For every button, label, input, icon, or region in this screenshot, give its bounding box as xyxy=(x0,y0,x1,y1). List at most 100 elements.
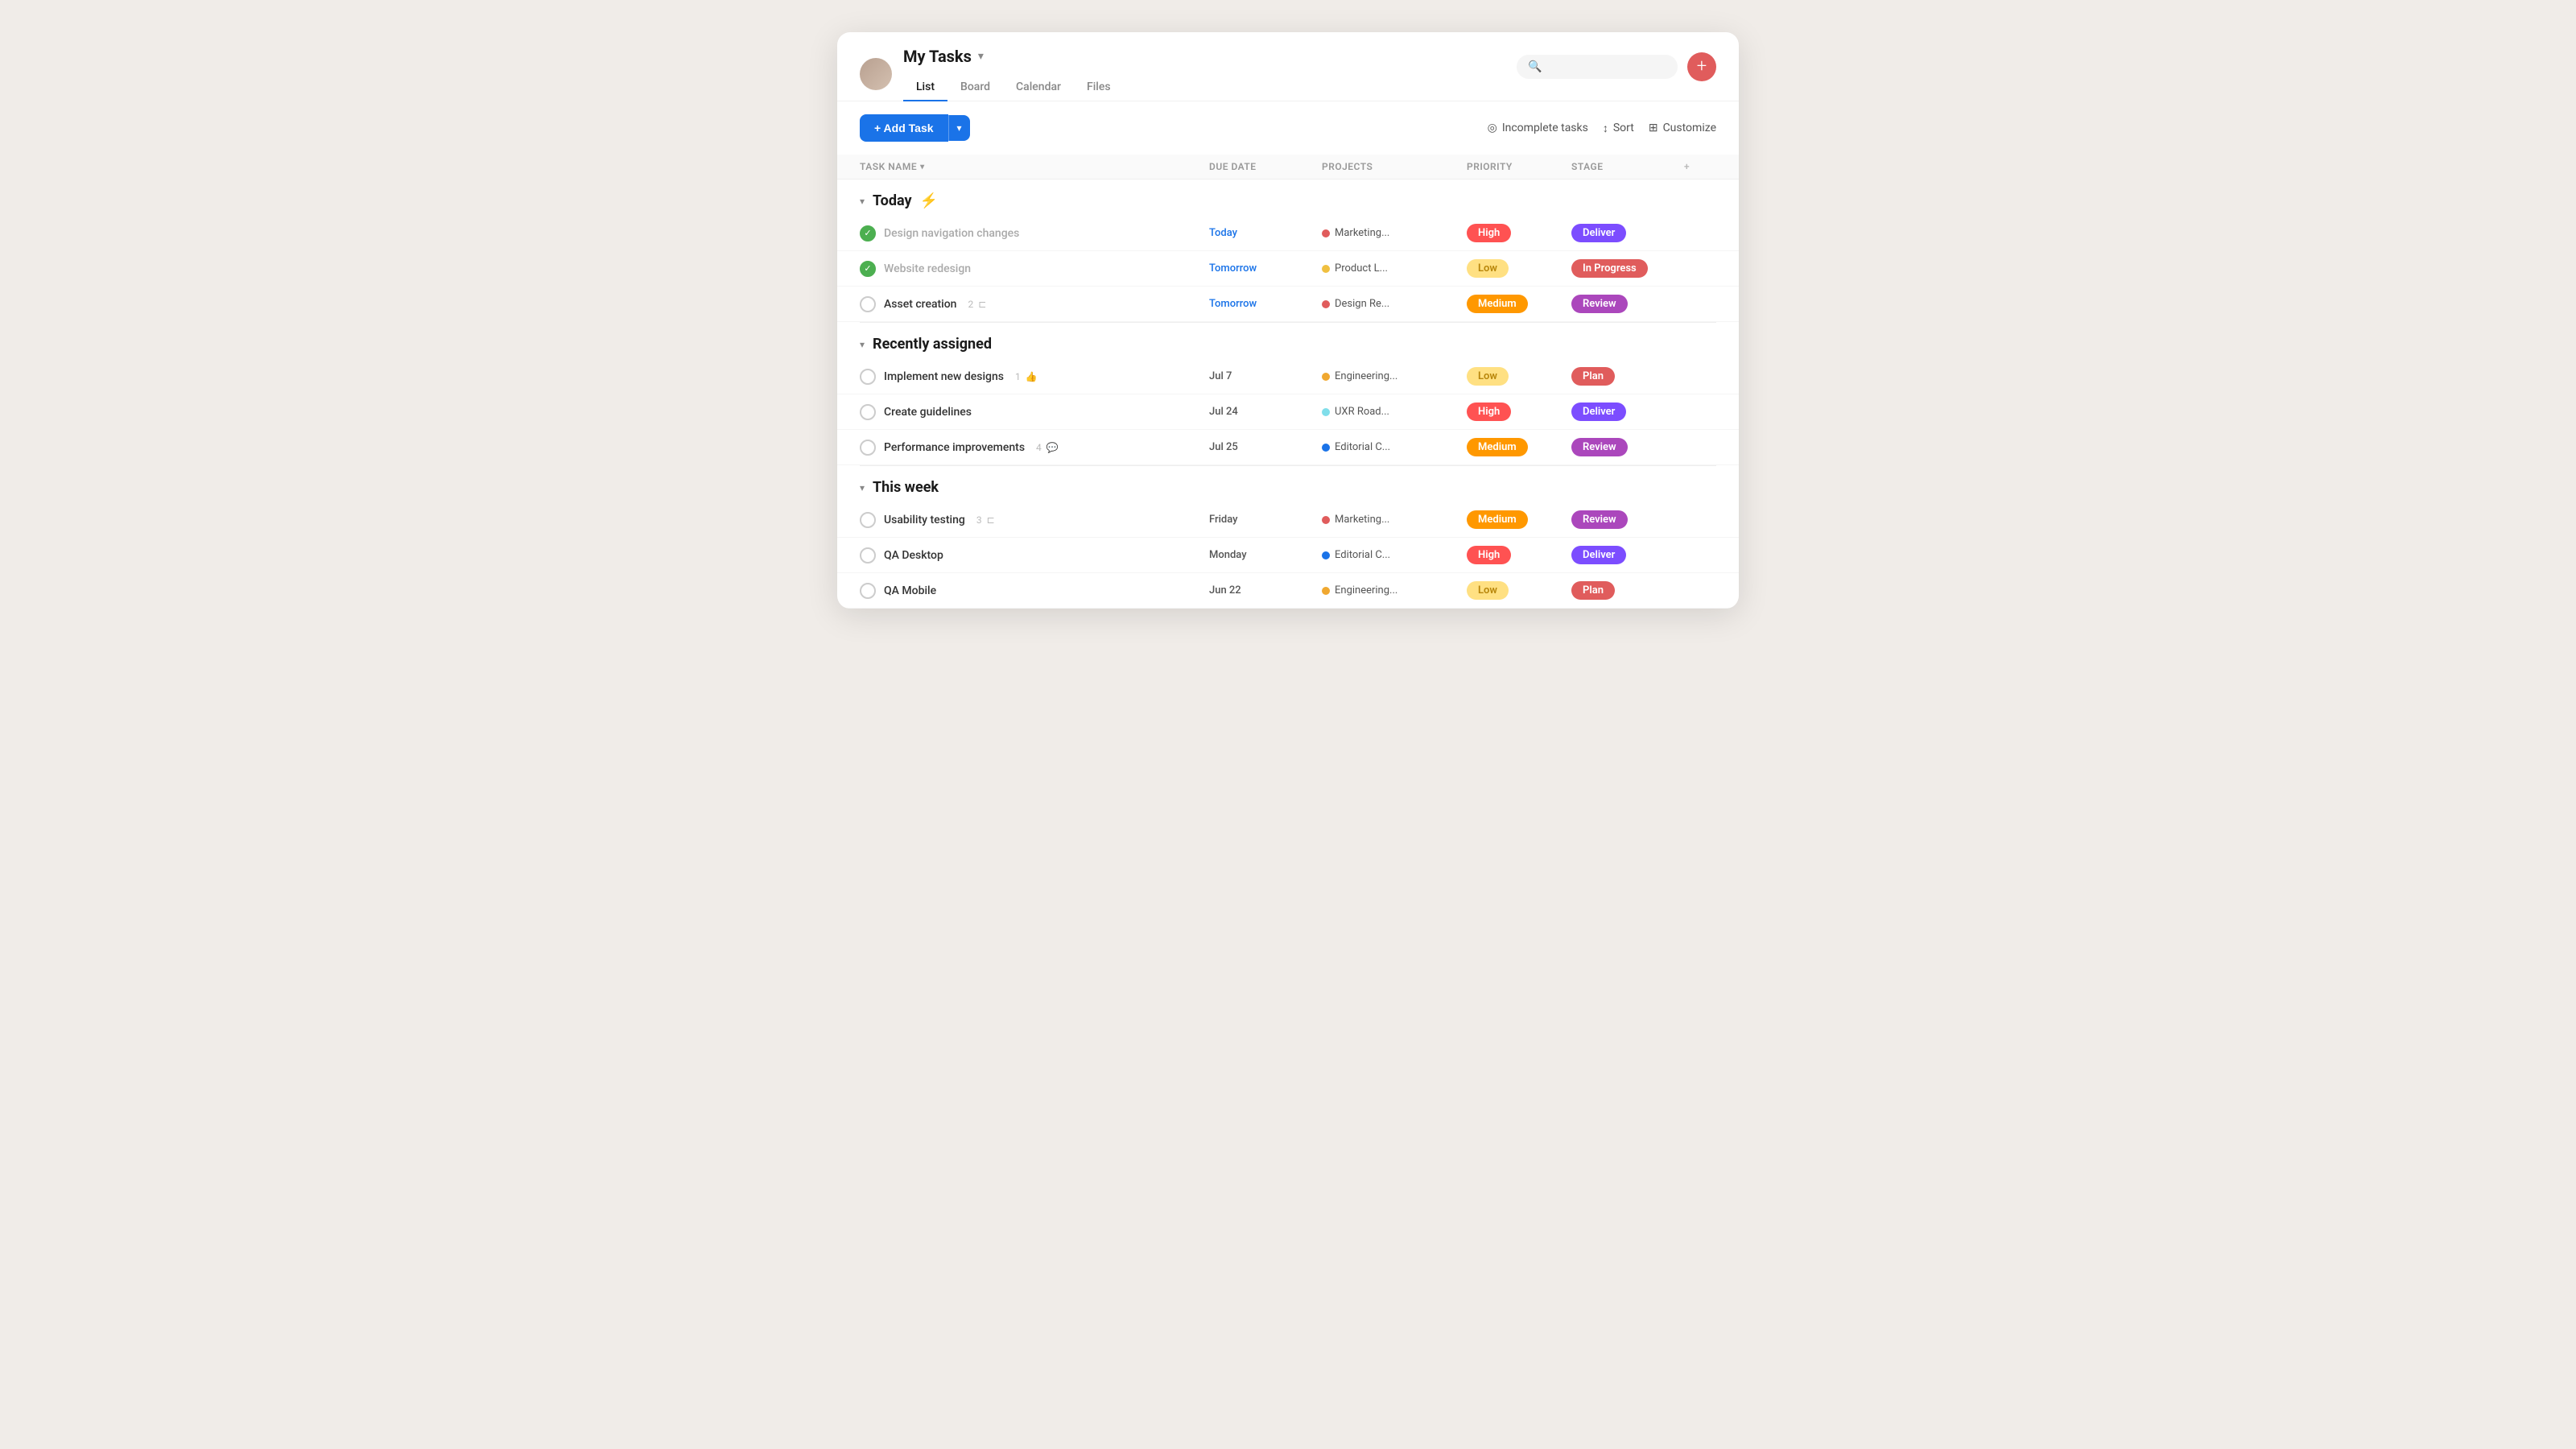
customize-label: Customize xyxy=(1663,122,1716,134)
task-name-cell: ✓ Website redesign xyxy=(860,261,1209,277)
app-window: My Tasks ▾ List Board Calendar Files 🔍 +… xyxy=(837,32,1739,609)
tab-list[interactable]: List xyxy=(903,74,947,101)
task-row[interactable]: ✓ Website redesign Tomorrow Product L...… xyxy=(837,251,1739,287)
incomplete-tasks-filter[interactable]: ◎ Incomplete tasks xyxy=(1488,122,1588,134)
task-checkbox[interactable] xyxy=(860,369,876,385)
priority-badge: Medium xyxy=(1467,510,1528,529)
task-priority: Low xyxy=(1467,259,1571,278)
task-checkbox[interactable] xyxy=(860,404,876,420)
add-button[interactable]: + xyxy=(1687,52,1716,81)
project-dot xyxy=(1322,516,1330,524)
priority-badge: High xyxy=(1467,224,1511,242)
section-title: This week xyxy=(873,479,939,496)
task-checkbox[interactable] xyxy=(860,547,876,564)
project-name: Engineering... xyxy=(1335,584,1397,597)
task-priority: Low xyxy=(1467,581,1571,600)
task-row[interactable]: Create guidelines Jul 24 UXR Road... Hig… xyxy=(837,394,1739,430)
add-task-button[interactable]: + Add Task xyxy=(860,114,948,142)
stage-badge: Review xyxy=(1571,438,1628,456)
search-box[interactable]: 🔍 xyxy=(1517,55,1678,79)
task-checkbox[interactable] xyxy=(860,440,876,456)
stage-badge: Review xyxy=(1571,510,1628,529)
task-stage: Deliver xyxy=(1571,402,1684,421)
task-priority: High xyxy=(1467,402,1571,421)
add-task-dropdown-button[interactable]: ▾ xyxy=(948,115,970,141)
task-stage: Deliver xyxy=(1571,546,1684,564)
task-name-cell: Usability testing 3 ⊏ xyxy=(860,512,1209,528)
task-checkbox[interactable]: ✓ xyxy=(860,225,876,242)
task-checkbox[interactable] xyxy=(860,583,876,599)
chevron-down-icon[interactable]: ▾ xyxy=(978,50,984,63)
task-name-text: Asset creation xyxy=(884,298,956,311)
stage-badge: Review xyxy=(1571,295,1628,313)
task-due-date: Jul 25 xyxy=(1209,441,1322,453)
project-dot xyxy=(1322,373,1330,381)
section-header-0[interactable]: ▾ Today ⚡ xyxy=(837,180,1739,216)
header: My Tasks ▾ List Board Calendar Files 🔍 + xyxy=(837,32,1739,101)
col-add[interactable]: + xyxy=(1684,161,1716,172)
stage-badge: Deliver xyxy=(1571,402,1626,421)
task-priority: High xyxy=(1467,224,1571,242)
task-row[interactable]: Asset creation 2 ⊏ Tomorrow Design Re...… xyxy=(837,287,1739,322)
customize-button[interactable]: ⊞ Customize xyxy=(1649,122,1716,134)
section-title: Today xyxy=(873,192,912,209)
sections-container: ▾ Today ⚡ ✓ Design navigation changes To… xyxy=(837,180,1739,609)
sort-icon: ↕ xyxy=(1603,122,1608,135)
project-name: Editorial C... xyxy=(1335,549,1390,561)
task-checkbox[interactable] xyxy=(860,296,876,312)
project-dot xyxy=(1322,408,1330,416)
tab-files[interactable]: Files xyxy=(1074,74,1124,101)
task-due-date: Today xyxy=(1209,227,1322,239)
task-due-date: Jul 24 xyxy=(1209,406,1322,418)
task-meta: 4 💬 xyxy=(1036,442,1059,453)
project-dot xyxy=(1322,229,1330,237)
project-name: Design Re... xyxy=(1335,298,1389,310)
sort-button[interactable]: ↕ Sort xyxy=(1603,122,1634,135)
task-due-date: Tomorrow xyxy=(1209,298,1322,310)
task-project: Editorial C... xyxy=(1322,441,1467,453)
priority-badge: Low xyxy=(1467,581,1509,600)
task-row[interactable]: ✓ Design navigation changes Today Market… xyxy=(837,216,1739,251)
stage-badge: Deliver xyxy=(1571,224,1626,242)
tab-calendar[interactable]: Calendar xyxy=(1003,74,1074,101)
task-stage: In Progress xyxy=(1571,259,1684,278)
task-priority: Medium xyxy=(1467,438,1571,456)
task-name-text: QA Mobile xyxy=(884,584,936,597)
task-row[interactable]: QA Desktop Monday Editorial C... High De… xyxy=(837,538,1739,573)
task-name-text: Create guidelines xyxy=(884,406,972,419)
task-row[interactable]: Implement new designs 1 👍 Jul 7 Engineer… xyxy=(837,359,1739,394)
project-dot xyxy=(1322,300,1330,308)
task-row[interactable]: QA Mobile Jun 22 Engineering... Low Plan xyxy=(837,573,1739,609)
task-name-cell: Implement new designs 1 👍 xyxy=(860,369,1209,385)
task-meta: 3 ⊏ xyxy=(976,514,995,526)
task-row[interactable]: Usability testing 3 ⊏ Friday Marketing..… xyxy=(837,502,1739,538)
task-checkbox[interactable] xyxy=(860,512,876,528)
task-stage: Plan xyxy=(1571,581,1684,600)
stage-badge: Plan xyxy=(1571,367,1615,386)
section-header-1[interactable]: ▾ Recently assigned xyxy=(837,323,1739,359)
project-name: Marketing... xyxy=(1335,227,1389,239)
task-row[interactable]: Performance improvements 4 💬 Jul 25 Edit… xyxy=(837,430,1739,465)
section-chevron: ▾ xyxy=(860,339,865,350)
section-header-2[interactable]: ▾ This week xyxy=(837,466,1739,502)
task-name-cell: Create guidelines xyxy=(860,404,1209,420)
priority-badge: Low xyxy=(1467,259,1509,278)
project-name: Editorial C... xyxy=(1335,441,1390,453)
project-dot xyxy=(1322,587,1330,595)
task-name-text: Performance improvements xyxy=(884,441,1025,454)
task-meta: 1 👍 xyxy=(1015,371,1038,382)
task-project: UXR Road... xyxy=(1322,406,1467,418)
project-dot xyxy=(1322,551,1330,559)
tab-board[interactable]: Board xyxy=(947,74,1003,101)
task-due-date: Jun 22 xyxy=(1209,584,1322,597)
task-name-cell: Performance improvements 4 💬 xyxy=(860,440,1209,456)
task-name-cell: Asset creation 2 ⊏ xyxy=(860,296,1209,312)
col-projects: Projects xyxy=(1322,161,1467,172)
task-checkbox[interactable]: ✓ xyxy=(860,261,876,277)
page-title: My Tasks xyxy=(903,47,972,66)
project-dot xyxy=(1322,265,1330,273)
project-name: Engineering... xyxy=(1335,370,1397,382)
section-emoji: ⚡ xyxy=(920,192,938,209)
task-project: Marketing... xyxy=(1322,514,1467,526)
task-project: Product L... xyxy=(1322,262,1467,275)
